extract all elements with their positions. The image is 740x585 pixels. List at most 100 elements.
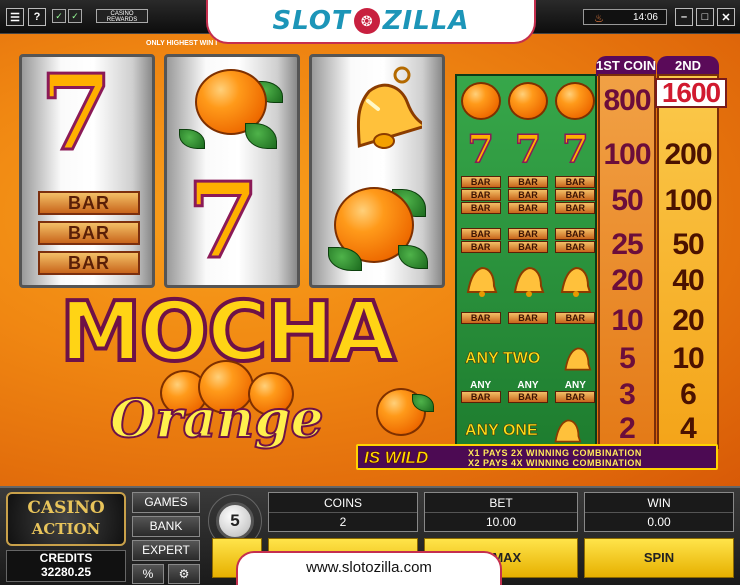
slot-game-area: ONLY HIGHEST WIN I 7 BAR BAR BAR 7 MOCHA…	[0, 34, 740, 486]
maximize-button[interactable]: □	[696, 8, 714, 26]
bar-symbol: BAR	[507, 189, 548, 201]
bar-symbol: BAR	[38, 191, 140, 215]
game-subtitle: Orange	[109, 389, 325, 450]
orange-icon	[555, 82, 596, 120]
payout-value: 5	[619, 342, 636, 375]
bar-symbol: BAR	[507, 391, 548, 403]
any-two-label: ANY TWO	[465, 350, 541, 368]
seven-symbol: 7	[514, 126, 542, 171]
credits-label: CREDITS	[39, 551, 93, 565]
coins-display: COINS 2	[268, 492, 418, 532]
pay-row-single-bar: BAR BAR BAR	[457, 312, 599, 324]
bet-label: BET	[425, 493, 577, 513]
rewards-line2: REWARDS	[106, 17, 138, 23]
payout-value: 10	[672, 342, 704, 375]
payout-value: 200	[664, 138, 712, 171]
bet-value: 10.00	[485, 515, 517, 529]
bar-symbol: BAR	[555, 391, 596, 403]
jackpot-value: 1600	[655, 78, 727, 108]
payout-value: 25	[611, 228, 643, 261]
logo-text-right: ZILLA	[382, 6, 470, 36]
close-button[interactable]: ✕	[717, 8, 735, 26]
wild-rule-1: X1 PAYS 2X WINNING COMBINATION	[468, 448, 642, 458]
bar-symbol: BAR	[460, 241, 501, 253]
second-coin-header: 2ND COIN	[657, 56, 719, 93]
any-one-label: ANY ONE	[465, 422, 538, 440]
payout-value: 100	[603, 138, 651, 171]
bar-symbol: BAR	[460, 391, 501, 403]
payout-value: 50	[611, 184, 643, 217]
payout-value: 20	[611, 264, 643, 297]
bar-symbol: BAR	[507, 202, 548, 214]
bar-symbol: BAR	[507, 228, 548, 240]
bar-symbol: BAR	[460, 228, 501, 240]
leaf-icon	[245, 123, 277, 149]
win-value: 0.00	[647, 515, 671, 529]
bar-symbol: BAR	[38, 221, 140, 245]
reel-3	[309, 54, 445, 288]
bar-symbol: BAR	[460, 176, 501, 188]
percent-button[interactable]: %	[132, 564, 164, 584]
bar-symbol: BAR	[555, 312, 596, 324]
any-label: ANY	[470, 380, 492, 391]
pay-row-any-bar: ANY BAR ANY BAR ANY BAR	[457, 380, 599, 403]
payout-value: 10	[611, 304, 643, 337]
wild-rule-2: X2 PAYS 4X WINNING COMBINATION	[468, 458, 642, 468]
expert-button[interactable]: EXPERT	[132, 540, 200, 561]
bell-icon	[513, 266, 545, 297]
bar-symbol: BAR	[460, 312, 501, 324]
bet-display: BET 10.00	[424, 492, 578, 532]
orange-icon	[460, 82, 501, 120]
check-icon[interactable]: ✓	[68, 9, 82, 23]
bar-symbol: BAR	[555, 241, 596, 253]
any-label: ANY	[564, 380, 586, 391]
games-button[interactable]: GAMES	[132, 492, 200, 513]
seven-symbol: 7	[561, 126, 589, 171]
minimize-button[interactable]: –	[675, 8, 693, 26]
wild-banner: IS WILD X1 PAYS 2X WINNING COMBINATION X…	[356, 444, 718, 470]
payout-value: 50	[672, 228, 704, 261]
pay-row-bells	[457, 262, 599, 298]
bell-icon	[564, 347, 592, 371]
pay-row-double-bar: BAR BAR BAR BAR BAR BAR	[457, 228, 599, 253]
bell-icon	[356, 66, 422, 149]
seven-symbol: 7	[467, 126, 495, 171]
bar-symbol: BAR	[507, 176, 548, 188]
wild-label: IS WILD	[364, 448, 429, 468]
leaf-icon	[398, 245, 428, 269]
casino-action-line2: ACTION	[31, 520, 101, 538]
payout-value: 40	[672, 264, 704, 297]
bank-button[interactable]: BANK	[132, 516, 200, 537]
clock-time: 14:06	[632, 11, 658, 23]
logo-text-left: SLOT	[272, 6, 351, 36]
check-icon[interactable]: ✓	[52, 9, 66, 23]
credits-value: 32280.25	[40, 565, 92, 579]
payout-value: 20	[672, 304, 704, 337]
win-display: WIN 0.00	[584, 492, 734, 532]
help-button[interactable]: ?	[28, 8, 46, 26]
pay-row-sevens: 7 7 7	[457, 126, 599, 171]
payout-value: 2	[619, 412, 636, 445]
credits-display: CREDITS 32280.25	[6, 550, 126, 582]
coin-chip[interactable]: 5	[216, 502, 254, 540]
bell-icon	[554, 419, 582, 443]
site-url[interactable]: www.slotozilla.com	[236, 551, 502, 585]
casino-action-line1: CASINO	[27, 498, 105, 518]
orange-icon	[507, 82, 548, 120]
slotozilla-logo: SLOT ❂ ZILLA	[206, 0, 536, 44]
bar-symbol: BAR	[507, 312, 548, 324]
any-bar-group: ANY BAR	[460, 380, 501, 403]
leaf-icon	[179, 129, 205, 149]
payout-value: 4	[680, 412, 697, 445]
payout-value: 100	[664, 184, 712, 217]
spin-button[interactable]: SPIN	[584, 538, 734, 578]
any-bar-group: ANY BAR	[555, 380, 596, 403]
bar-symbol: BAR	[38, 251, 140, 275]
pay-row-any-one: ANY ONE	[457, 414, 599, 448]
gear-icon[interactable]: ⚙	[168, 564, 200, 584]
first-coin-header: 1ST COIN	[596, 56, 656, 76]
menu-button[interactable]: ☰	[6, 8, 24, 26]
any-bar-group: ANY BAR	[507, 380, 548, 403]
casino-action-logo: CASINO ACTION	[6, 492, 126, 546]
casino-rewards-button[interactable]: CASINO REWARDS	[96, 9, 148, 23]
